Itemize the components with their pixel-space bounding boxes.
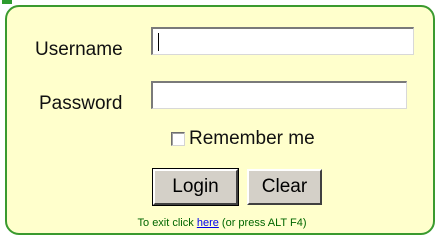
remember-me-checkbox[interactable] (171, 132, 185, 146)
remember-me-label: Remember me (189, 128, 315, 149)
clear-button[interactable]: Clear (247, 169, 322, 205)
login-button[interactable]: Login (152, 168, 239, 206)
exit-suffix: (or press ALT F4) (221, 217, 307, 229)
password-field[interactable] (151, 81, 407, 109)
username-field[interactable] (151, 27, 414, 55)
username-label: Username (35, 39, 123, 60)
login-panel: Username Password Remember me Login Clea… (5, 5, 435, 235)
top-edge-mark (2, 0, 12, 4)
exit-instructions: To exit click here (or press ALT F4) (7, 217, 437, 229)
exit-here-link[interactable]: here (197, 217, 219, 229)
exit-prefix: To exit click (137, 217, 194, 229)
password-label: Password (39, 93, 123, 114)
text-caret (158, 33, 159, 51)
